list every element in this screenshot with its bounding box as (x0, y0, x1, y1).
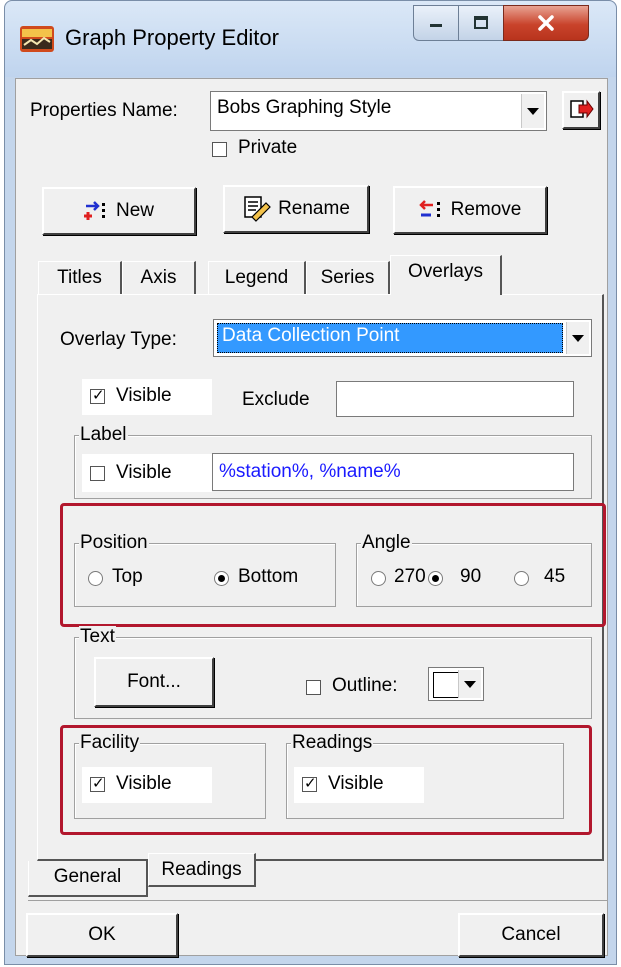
angle-270-radio[interactable] (371, 571, 386, 586)
app-icon (20, 26, 54, 52)
tab-series-label: Series (320, 267, 375, 288)
new-label: New (115, 200, 154, 221)
graph-property-editor-window: Graph Property Editor Properties Name: B… (4, 0, 617, 965)
overlay-type-value: Data Collection Point (222, 325, 400, 346)
cancel-button[interactable]: Cancel (458, 913, 604, 957)
angle-270-label: 270 (394, 566, 426, 587)
chevron-down-icon[interactable] (521, 94, 544, 128)
readings-visible-checkbox[interactable]: ✓ (302, 774, 317, 792)
close-button[interactable] (503, 5, 589, 41)
angle-45-radio[interactable] (514, 571, 529, 586)
readings-group-title: Readings (291, 732, 374, 754)
remove-button[interactable]: Remove (393, 186, 547, 234)
outline-color-swatch (433, 672, 459, 698)
rename-label: Rename (278, 198, 350, 219)
overlay-type-select[interactable]: Data Collection Point (213, 319, 592, 357)
tab-overlays-label: Overlays (408, 261, 483, 282)
label-format-input[interactable]: %station%, %name% (212, 453, 574, 491)
overlay-visible-label: Visible (116, 385, 172, 406)
maximize-icon (474, 16, 488, 29)
position-top-label: Top (112, 566, 143, 587)
rename-button[interactable]: Rename (223, 185, 369, 233)
private-checkbox[interactable] (212, 142, 227, 157)
title-bar[interactable]: Graph Property Editor (5, 1, 616, 77)
window-title: Graph Property Editor (65, 25, 279, 50)
checkmark-icon: ✓ (92, 774, 105, 792)
chevron-down-icon[interactable] (458, 670, 481, 698)
maximize-button[interactable] (458, 5, 504, 41)
subtab-readings[interactable]: Readings (148, 853, 256, 887)
overlay-visible-checkbox[interactable]: ✓ (90, 386, 105, 404)
new-button[interactable]: New (42, 187, 196, 235)
tab-overlays[interactable]: Overlays (390, 255, 502, 295)
new-icon (83, 201, 105, 220)
remove-icon (418, 200, 440, 217)
angle-90-label: 90 (460, 566, 482, 587)
private-label: Private (238, 137, 298, 158)
checkmark-icon: ✓ (92, 386, 105, 404)
facility-visible-label: Visible (116, 773, 172, 794)
font-button[interactable]: Font... (94, 657, 214, 707)
readings-visible-label: Visible (328, 773, 384, 794)
label-visible-label: Visible (116, 462, 172, 483)
label-format-value: %station%, %name% (219, 461, 401, 482)
export-button[interactable] (562, 91, 600, 129)
tab-titles[interactable]: Titles (38, 261, 122, 295)
tab-axis[interactable]: Axis (122, 261, 196, 295)
ok-label: OK (88, 924, 116, 945)
text-group-title: Text (79, 626, 116, 648)
checkmark-icon: ✓ (304, 774, 317, 792)
facility-group-title: Facility (79, 732, 141, 754)
properties-name-select[interactable]: Bobs Graphing Style (210, 91, 547, 131)
outline-checkbox[interactable] (306, 680, 321, 695)
footer-divider (28, 900, 608, 901)
minimize-button[interactable] (413, 5, 459, 41)
angle-group-title: Angle (361, 532, 412, 554)
close-icon (538, 15, 554, 31)
cancel-label: Cancel (501, 924, 561, 945)
facility-visible-checkbox[interactable]: ✓ (90, 774, 105, 792)
outline-label: Outline: (332, 675, 398, 696)
rename-icon (244, 196, 271, 222)
overlay-type-label: Overlay Type: (60, 329, 177, 350)
position-group-title: Position (79, 532, 149, 554)
position-bottom-radio[interactable] (214, 571, 229, 586)
export-arrow-icon (570, 99, 594, 119)
tab-titles-label: Titles (57, 267, 102, 288)
font-button-label: Font... (127, 671, 181, 692)
minimize-icon (430, 24, 442, 27)
tab-series[interactable]: Series (306, 261, 390, 295)
properties-name-label: Properties Name: (30, 100, 178, 121)
angle-45-label: 45 (544, 566, 566, 587)
subtab-general[interactable]: General (28, 861, 148, 897)
label-visible-checkbox[interactable] (90, 466, 105, 481)
remove-label: Remove (450, 199, 522, 220)
tab-axis-label: Axis (140, 267, 177, 288)
tab-legend-label: Legend (224, 267, 289, 288)
chevron-down-icon[interactable] (566, 322, 589, 354)
exclude-label: Exclude (242, 389, 310, 410)
subtab-readings-label: Readings (161, 859, 242, 880)
subtab-general-label: General (53, 866, 122, 887)
properties-name-value: Bobs Graphing Style (217, 97, 392, 118)
exclude-input[interactable] (336, 381, 574, 417)
tab-legend[interactable]: Legend (208, 261, 306, 295)
angle-90-radio[interactable] (428, 571, 443, 586)
position-top-radio[interactable] (88, 571, 103, 586)
ok-button[interactable]: OK (26, 913, 178, 957)
dialog-client-area: Properties Name: Bobs Graphing Style Pri… (15, 78, 608, 957)
label-group-title: Label (79, 424, 128, 446)
position-bottom-label: Bottom (238, 566, 299, 587)
outline-color-select[interactable] (428, 667, 484, 701)
